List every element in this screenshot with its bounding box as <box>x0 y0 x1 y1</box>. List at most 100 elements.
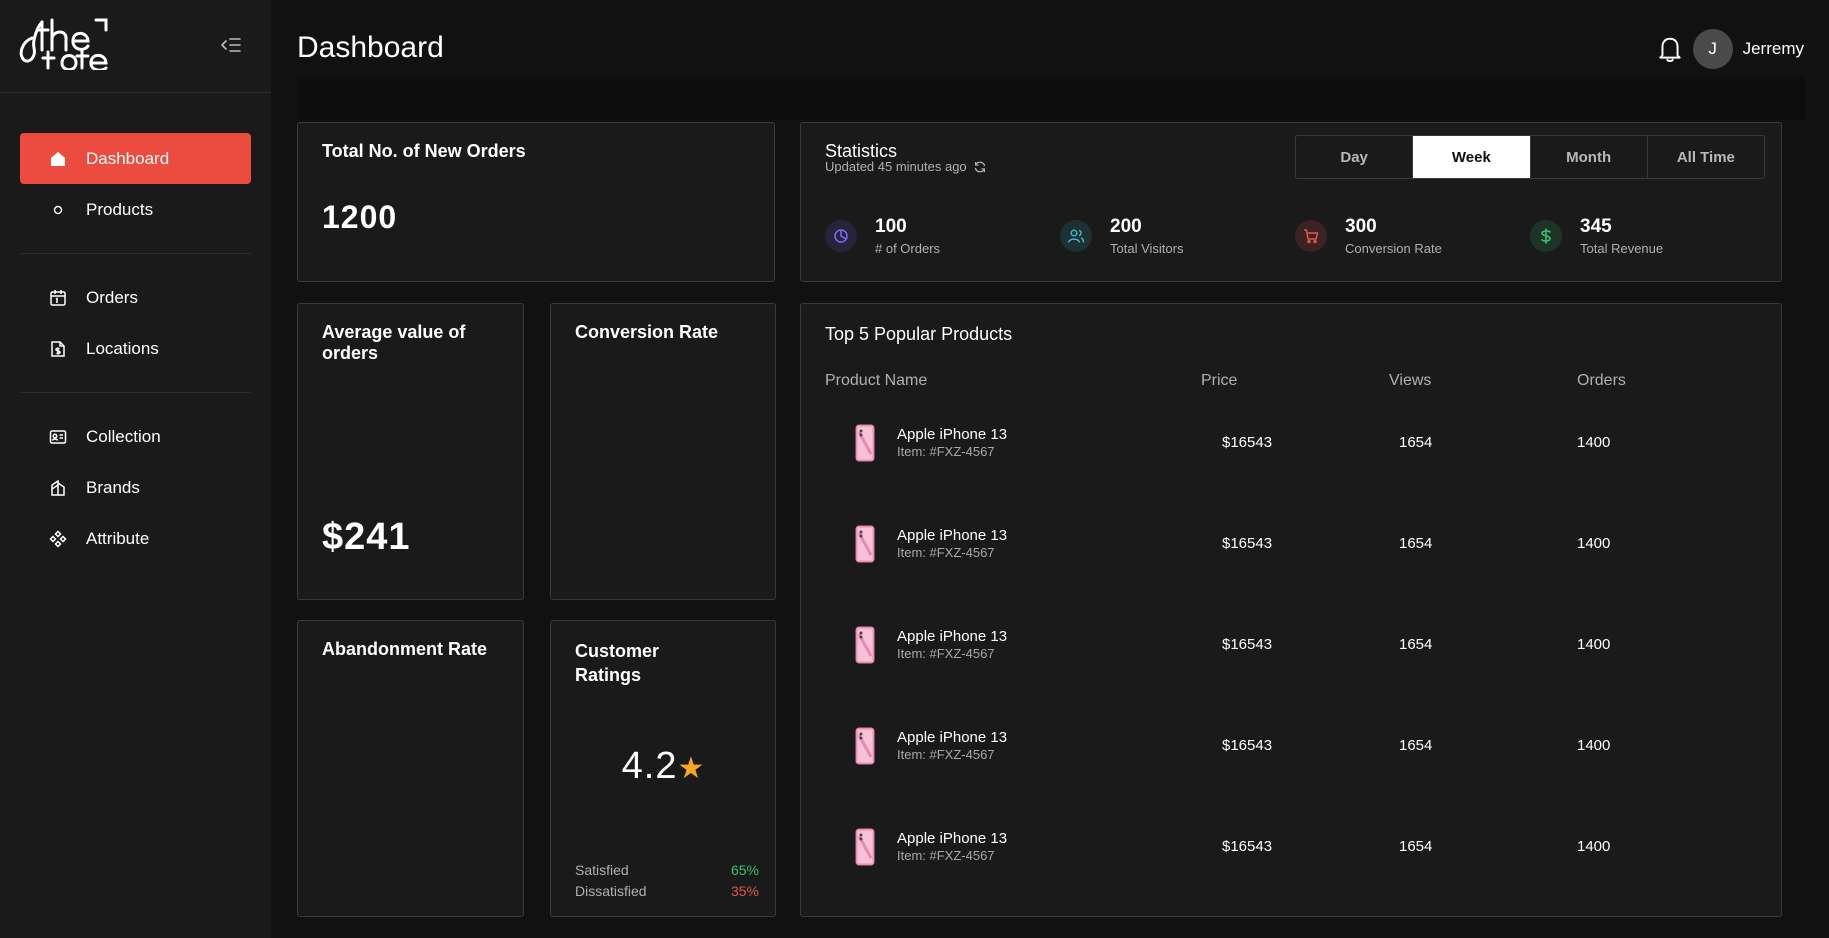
main-content: Dashboard J Jerremy Total No. of New Ord… <box>271 0 1829 938</box>
new-orders-card: Total No. of New Orders 1200 <box>297 122 775 282</box>
stat-label: Conversion Rate <box>1345 241 1442 256</box>
sidebar-item-label: Collection <box>86 426 161 446</box>
stat-orders: 100 # of Orders <box>825 216 940 256</box>
card-title: Average value of orders <box>322 322 466 363</box>
updated-text: Updated 45 minutes ago <box>825 159 967 174</box>
period-month-button[interactable]: Month <box>1531 136 1648 178</box>
card-title-line: Customer <box>575 641 660 661</box>
satisfied-label: Satisfied <box>575 862 629 878</box>
product-name: Apple iPhone 13 <box>897 527 1008 544</box>
dissatisfied-label: Dissatisfied <box>575 883 647 899</box>
receipt-dollar-icon <box>48 339 68 359</box>
table-row[interactable]: Apple iPhone 13 Item: #FXZ-4567 $16543 1… <box>801 717 1781 777</box>
calendar-icon <box>48 288 68 308</box>
sidebar-item-orders[interactable]: Orders <box>20 272 251 323</box>
period-all-time-button[interactable]: All Time <box>1648 136 1764 178</box>
table-row[interactable]: Apple iPhone 13 Item: #FXZ-4567 $16543 1… <box>801 414 1781 474</box>
conversion-rate-card: Conversion Rate <box>550 303 776 600</box>
sidebar-item-label: Locations <box>86 338 159 358</box>
product-views: 1654 <box>1399 838 1433 855</box>
collapse-sidebar-icon[interactable] <box>219 33 243 57</box>
header-strip <box>297 77 1805 120</box>
sidebar-item-brands[interactable]: Brands <box>20 462 251 513</box>
card-title: Total No. of New Orders <box>322 141 526 161</box>
stat-value: 100 <box>875 216 907 237</box>
thetote-logo[interactable] <box>18 16 110 70</box>
stat-visitors: 200 Total Visitors <box>1060 216 1183 256</box>
product-views: 1654 <box>1399 434 1433 451</box>
period-week-button[interactable]: Week <box>1413 136 1531 178</box>
product-sku: Item: #FXZ-4567 <box>897 444 995 459</box>
tags-icon <box>48 478 68 498</box>
new-orders-value: 1200 <box>322 199 398 235</box>
updated-status: Updated 45 minutes ago <box>825 159 987 174</box>
abandonment-rate-card: Abandonment Rate <box>297 620 524 917</box>
logo-area <box>0 0 271 93</box>
satisfied-row: Satisfied 65% <box>575 862 759 878</box>
bell-icon[interactable] <box>1657 35 1683 63</box>
product-thumbnail <box>855 727 875 765</box>
table-row[interactable]: Apple iPhone 13 Item: #FXZ-4567 $16543 1… <box>801 818 1781 878</box>
sidebar-item-attribute[interactable]: Attribute <box>20 513 251 564</box>
user-name[interactable]: Jerremy <box>1743 39 1804 59</box>
nav-divider <box>20 392 251 393</box>
product-orders: 1400 <box>1577 838 1611 855</box>
card-title: Customer Ratings <box>575 639 659 687</box>
product-thumbnail <box>855 626 875 664</box>
id-card-icon <box>48 427 68 447</box>
average-order-value: $241 <box>322 516 411 558</box>
card-title-line: Ratings <box>575 665 642 685</box>
column-header-product: Product Name <box>825 372 928 389</box>
sidebar-item-collection[interactable]: Collection <box>20 411 251 462</box>
stat-value: 345 <box>1580 216 1612 237</box>
table-row[interactable]: Apple iPhone 13 Item: #FXZ-4567 $16543 1… <box>801 515 1781 575</box>
sidebar: Dashboard Products Orders Locations Coll… <box>0 0 271 938</box>
nav-group-main: Dashboard Products <box>0 133 271 235</box>
product-name: Apple iPhone 13 <box>897 729 1008 746</box>
product-sku: Item: #FXZ-4567 <box>897 747 995 762</box>
dissatisfied-row: Dissatisfied 35% <box>575 883 759 899</box>
stat-value: 300 <box>1345 216 1377 237</box>
dollar-icon <box>1530 220 1562 252</box>
sidebar-item-dashboard[interactable]: Dashboard <box>20 133 251 184</box>
sidebar-item-label: Orders <box>86 287 138 307</box>
period-toggle: Day Week Month All Time <box>1295 135 1765 179</box>
column-header-price: Price <box>1201 372 1238 389</box>
nav-group-orders: Orders Locations <box>0 272 271 374</box>
rating-score-wrap: 4.2★ <box>551 745 775 788</box>
product-name: Apple iPhone 13 <box>897 426 1008 443</box>
star-icon: ★ <box>677 752 705 785</box>
product-price: $16543 <box>1222 838 1273 855</box>
card-title: Abandonment Rate <box>322 639 488 659</box>
product-views: 1654 <box>1399 737 1433 754</box>
table-row[interactable]: Apple iPhone 13 Item: #FXZ-4567 $16543 1… <box>801 616 1781 676</box>
stat-label: Total Visitors <box>1110 241 1184 256</box>
period-day-button[interactable]: Day <box>1296 136 1414 178</box>
cart-icon <box>1295 220 1327 252</box>
nav-divider <box>20 253 251 254</box>
circle-icon <box>48 200 68 220</box>
sidebar-item-locations[interactable]: Locations <box>20 323 251 374</box>
average-order-card: Average value of orders $241 <box>297 303 524 600</box>
product-price: $16543 <box>1222 636 1273 653</box>
product-thumbnail <box>855 525 875 563</box>
refresh-icon[interactable] <box>973 160 987 174</box>
popular-products-card: Top 5 Popular Products Product Name Pric… <box>800 303 1782 917</box>
pie-chart-icon <box>825 220 857 252</box>
product-sku: Item: #FXZ-4567 <box>897 646 995 661</box>
column-header-orders: Orders <box>1577 372 1626 389</box>
sidebar-item-label: Dashboard <box>86 148 170 168</box>
stat-label: # of Orders <box>875 241 941 256</box>
sidebar-item-label: Brands <box>86 477 140 497</box>
column-header-views: Views <box>1389 372 1432 389</box>
product-thumbnail <box>855 424 875 462</box>
sidebar-item-products[interactable]: Products <box>20 184 251 235</box>
home-icon <box>48 149 68 169</box>
stat-label: Total Revenue <box>1580 241 1664 256</box>
card-title: Top 5 Popular Products <box>825 324 1013 344</box>
avatar[interactable]: J <box>1692 29 1733 69</box>
stat-revenue: 345 Total Revenue <box>1530 216 1663 256</box>
user-area: J Jerremy <box>1657 29 1804 69</box>
product-orders: 1400 <box>1577 535 1611 552</box>
product-sku: Item: #FXZ-4567 <box>897 848 995 863</box>
